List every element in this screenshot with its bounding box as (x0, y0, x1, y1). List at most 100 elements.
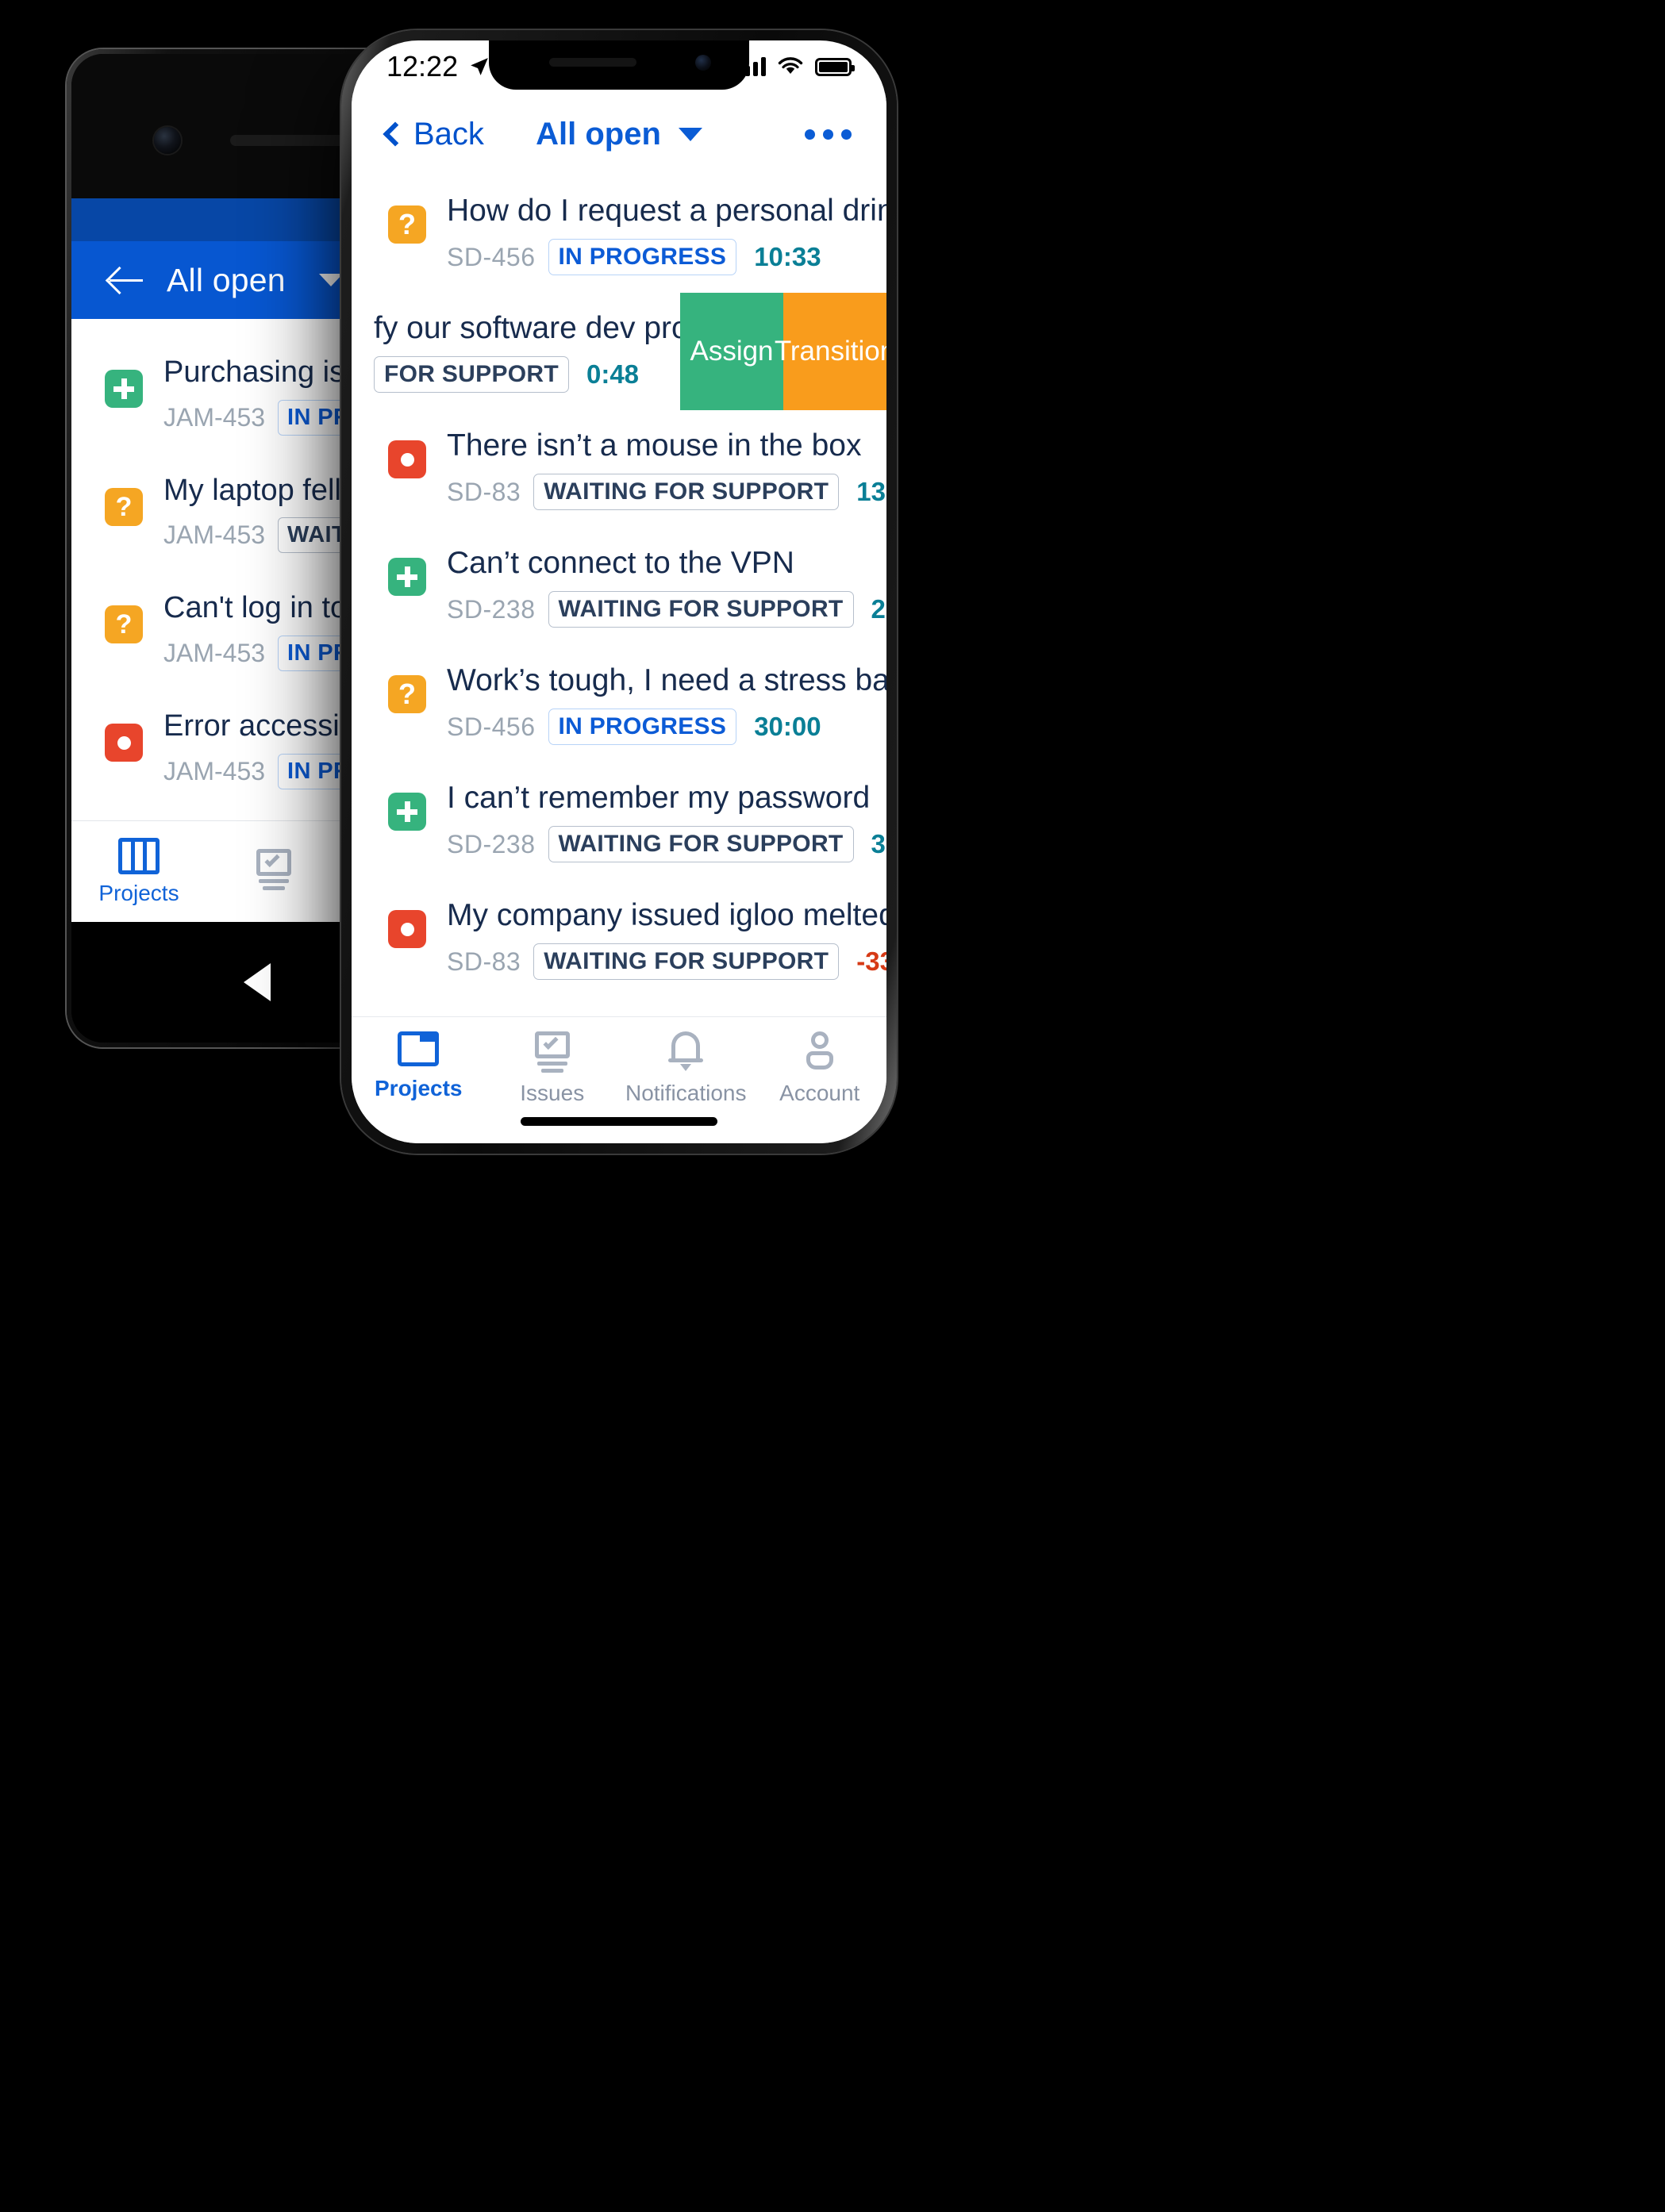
iphone-notch (489, 40, 749, 90)
status-bar-left: 12:22 (386, 50, 490, 83)
more-horizontal-icon[interactable] (805, 129, 852, 140)
issue-row[interactable]: ? Work’s tough, I need a stress ball SD-45… (352, 645, 886, 762)
issue-row[interactable]: fy our software dev product FOR SUPPORT 0:… (352, 293, 886, 411)
issue-meta: SD-83 WAITING FOR SUPPORT 13:23 (447, 474, 886, 511)
issue-meta: SD-83 WAITING FOR SUPPORT -33:01 (447, 943, 886, 981)
iphone-issue-list[interactable]: ? How do I request a personal drink fridg… (352, 175, 886, 1016)
issue-row[interactable]: Can’t connect to the VPN SD-238 WAITING FO… (352, 528, 886, 645)
sla-timer: 13:23 (856, 477, 886, 507)
sla-timer: 37:16 (871, 829, 886, 859)
incident-icon (388, 910, 426, 949)
chevron-left-icon (383, 121, 408, 147)
issue-body: How do I request a personal drink fridge… (447, 193, 886, 276)
question-icon: ? (105, 605, 143, 644)
issue-key: SD-83 (447, 947, 521, 976)
android-tab-queues[interactable] (206, 848, 341, 895)
iphone-device: 12:22 Back All open ? How do I request a… (341, 30, 897, 1154)
issue-title: There isn’t a mouse in the box (447, 428, 862, 463)
tab-account-label: Account (779, 1081, 860, 1105)
person-icon (802, 1031, 837, 1071)
issue-row[interactable]: ? How do I request a personal drink fridg… (352, 175, 886, 293)
sla-timer: 0:48 (586, 359, 640, 390)
issue-body: Can’t connect to the VPN SD-238 WAITING FO… (447, 545, 886, 628)
question-icon: ? (388, 205, 426, 244)
incident-icon (388, 440, 426, 479)
android-queue-title[interactable]: All open (167, 262, 286, 299)
tab-projects-label: Projects (375, 1076, 463, 1100)
issue-key: SD-238 (447, 594, 536, 624)
issue-key: SD-238 (447, 829, 536, 858)
status-badge: FOR SUPPORT (374, 356, 569, 394)
status-badge: WAITING FOR SUPPORT (548, 826, 854, 863)
tab-notifications-label: Notifications (625, 1081, 747, 1105)
issue-key: SD-456 (447, 712, 536, 741)
back-button-label: Back (413, 116, 484, 152)
status-badge: WAITING FOR SUPPORT (533, 943, 840, 981)
issue-title: I can’t remember my password (447, 781, 871, 816)
clock-time: 12:22 (386, 50, 459, 83)
android-tab-projects[interactable]: Projects (71, 837, 206, 906)
status-bar-right (737, 57, 855, 76)
service-request-icon (105, 370, 143, 408)
sla-timer: 21:15 (871, 594, 886, 624)
transition-action-button[interactable]: Transition (775, 293, 886, 411)
caret-down-icon[interactable] (678, 127, 702, 141)
iphone-front-camera-icon (695, 55, 711, 71)
issue-key: SD-456 (447, 242, 536, 271)
android-issue-key: JAM-453 (163, 639, 266, 668)
triangle-back-icon[interactable] (244, 963, 271, 1001)
issue-row[interactable]: My emails won’t send, can you help?SD-23… (352, 997, 886, 1016)
queue-icon (531, 1031, 574, 1073)
bell-icon (668, 1031, 704, 1071)
issue-key: SD-83 (447, 477, 521, 506)
issue-body: There isn’t a mouse in the box SD-83 WAITI… (447, 428, 886, 511)
status-badge: WAITING FOR SUPPORT (548, 591, 854, 628)
issue-meta: SD-456 IN PROGRESS 10:33 (447, 239, 863, 276)
location-arrow-icon (471, 58, 488, 75)
tab-issues[interactable]: Issues (486, 1031, 620, 1106)
question-icon: ? (388, 675, 426, 714)
service-request-icon (388, 793, 426, 831)
iphone-screen: 12:22 Back All open ? How do I request a… (352, 40, 886, 1143)
question-icon: ? (105, 487, 143, 526)
back-button[interactable]: Back (383, 116, 484, 152)
swipe-action-group: Assign Transition (680, 293, 886, 411)
status-badge: IN PROGRESS (548, 239, 737, 276)
issue-row[interactable]: There isn’t a mouse in the box SD-83 WAITI… (352, 410, 886, 528)
issue-meta: SD-238 WAITING FOR SUPPORT 37:16 (447, 826, 886, 863)
ios-nav-bar: Back All open (352, 93, 886, 175)
status-badge: WAITING FOR SUPPORT (533, 474, 840, 511)
status-badge: IN PROGRESS (548, 709, 737, 746)
incident-icon (105, 724, 143, 762)
queue-icon (252, 848, 295, 890)
issue-title: Can’t connect to the VPN (447, 546, 794, 581)
board-icon (118, 837, 160, 874)
home-indicator[interactable] (521, 1117, 717, 1126)
issue-row[interactable]: My company issued igloo melted SD-83 WAITI… (352, 880, 886, 997)
service-request-icon (388, 558, 426, 597)
issue-title: My company issued igloo melted (447, 898, 886, 933)
arrow-left-icon[interactable] (108, 264, 144, 296)
battery-full-icon (815, 57, 855, 76)
issue-title: How do I request a personal drink fridge… (447, 194, 886, 228)
sla-timer: -33:01 (856, 947, 886, 977)
tab-notifications[interactable]: Notifications (619, 1031, 753, 1106)
tab-projects[interactable]: Projects (352, 1031, 486, 1101)
assign-action-button[interactable]: Assign (680, 293, 783, 411)
android-tab-projects-label: Projects (98, 880, 179, 905)
android-issue-key: JAM-453 (163, 402, 266, 432)
tab-issues-label: Issues (520, 1081, 585, 1105)
issue-row[interactable]: I can’t remember my password SD-238 WAITIN… (352, 762, 886, 880)
queue-filter-title[interactable]: All open (536, 117, 661, 152)
screenshot-stage: All open Purchasing is dowJAM-453IN PROG… (0, 0, 1665, 2212)
tab-account[interactable]: Account (753, 1031, 887, 1106)
iphone-earpiece-speaker (549, 58, 636, 67)
issue-meta: SD-238 WAITING FOR SUPPORT 21:15 (447, 591, 886, 628)
caret-down-icon[interactable] (318, 274, 343, 286)
issue-body: Work’s tough, I need a stress ball SD-456… (447, 662, 886, 746)
android-front-camera-icon (154, 127, 181, 154)
issue-meta: SD-456 IN PROGRESS 30:00 (447, 709, 863, 746)
android-issue-key: JAM-453 (163, 756, 266, 785)
sla-timer: 30:00 (754, 712, 821, 742)
folder-icon (398, 1031, 440, 1066)
